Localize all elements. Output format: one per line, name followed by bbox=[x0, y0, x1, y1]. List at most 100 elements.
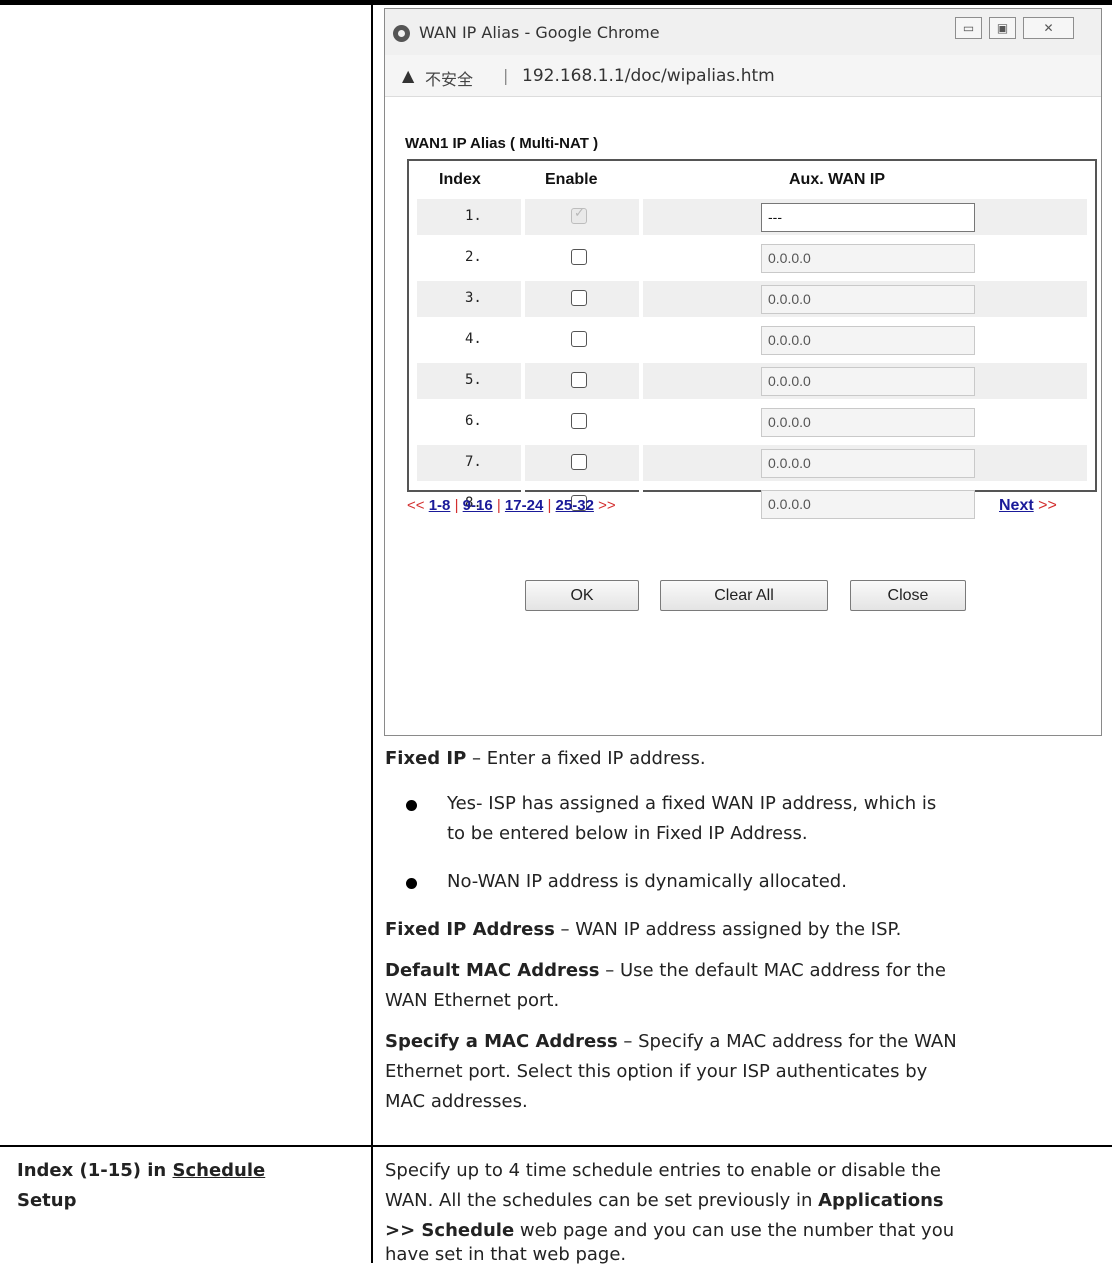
aux-wan-ip-input[interactable]: 0.0.0.0 bbox=[761, 449, 975, 478]
page-link-17-24[interactable]: 17-24 bbox=[505, 497, 543, 514]
schedule-label-suffix: Setup bbox=[17, 1190, 77, 1211]
schedule-line2-text: WAN. All the schedules can be set previo… bbox=[385, 1190, 819, 1211]
header-aux-wan-ip: Aux. WAN IP bbox=[789, 171, 886, 188]
next-arrow[interactable]: >> bbox=[1038, 497, 1057, 514]
table-row: 5. 0.0.0.0 bbox=[417, 363, 1087, 399]
table-row: 3. 0.0.0.0 bbox=[417, 281, 1087, 317]
specify-mac-line2: Ethernet port. Select this option if you… bbox=[385, 1061, 928, 1082]
cell-separator bbox=[639, 363, 643, 399]
term-fixed-ip-address: Fixed IP Address bbox=[385, 919, 555, 940]
row-divider bbox=[0, 1145, 1112, 1147]
term-fixed-ip: Fixed IP bbox=[385, 748, 467, 769]
enable-checkbox[interactable] bbox=[571, 413, 587, 429]
term-specify-mac: Specify a MAC Address bbox=[385, 1031, 618, 1052]
schedule-line3-text: web page and you can use the number that… bbox=[514, 1220, 955, 1241]
maximize-button[interactable]: ▣ bbox=[989, 17, 1016, 39]
pager-separator: | bbox=[454, 497, 459, 514]
security-label[interactable]: 不安全 bbox=[425, 66, 473, 90]
schedule-line2: WAN. All the schedules can be set previo… bbox=[385, 1188, 944, 1214]
specify-mac-desc: – Specify a MAC address for the WAN bbox=[617, 1031, 957, 1052]
top-rule bbox=[0, 0, 1112, 5]
title-bar: WAN IP Alias - Google Chrome ▭ ▣ ✕ bbox=[385, 9, 1101, 55]
row-index: 5. bbox=[465, 372, 482, 388]
pager-prev-arrow[interactable]: << bbox=[407, 497, 425, 514]
table-row: 1. --- bbox=[417, 199, 1087, 235]
page-link-25-32[interactable]: 25-32 bbox=[556, 497, 594, 514]
enable-checkbox bbox=[571, 206, 587, 224]
header-index: Index bbox=[439, 171, 481, 188]
schedule-link[interactable]: Schedule bbox=[173, 1160, 266, 1181]
aux-wan-ip-input[interactable]: 0.0.0.0 bbox=[761, 490, 975, 519]
default-mac-paragraph: Default MAC Address – Use the default MA… bbox=[385, 958, 946, 984]
default-mac-line2: WAN Ethernet port. bbox=[385, 990, 560, 1011]
cell-separator bbox=[639, 322, 643, 358]
enable-checkbox[interactable] bbox=[571, 249, 587, 265]
cell-separator bbox=[521, 404, 525, 440]
aux-wan-ip-input[interactable]: --- bbox=[761, 203, 975, 232]
table-row: 2. 0.0.0.0 bbox=[417, 240, 1087, 276]
window-title: WAN IP Alias - Google Chrome bbox=[419, 23, 660, 42]
default-mac-desc: – Use the default MAC address for the bbox=[599, 960, 946, 981]
close-window-button[interactable]: ✕ bbox=[1023, 17, 1074, 39]
aux-wan-ip-input[interactable]: 0.0.0.0 bbox=[761, 244, 975, 273]
enable-checkbox[interactable] bbox=[571, 372, 587, 388]
section-title: WAN1 IP Alias ( Multi-NAT ) bbox=[405, 135, 599, 152]
fixed-ip-paragraph: Fixed IP – Enter a fixed IP address. bbox=[385, 746, 706, 772]
cell-separator bbox=[639, 486, 643, 522]
cell-separator bbox=[521, 240, 525, 276]
header-enable: Enable bbox=[545, 171, 598, 188]
bullet-yes-line2: to be entered below in Fixed IP Address. bbox=[447, 823, 808, 844]
applications-term: Applications bbox=[818, 1190, 944, 1211]
bullet-no bbox=[406, 878, 417, 889]
row-index: 1. bbox=[465, 208, 482, 224]
fixed-ip-address-paragraph: Fixed IP Address – WAN IP address assign… bbox=[385, 917, 901, 943]
enable-checkbox[interactable] bbox=[571, 454, 587, 470]
specify-mac-line3: MAC addresses. bbox=[385, 1091, 528, 1112]
page-link-9-16[interactable]: 9-16 bbox=[463, 497, 493, 514]
term-default-mac: Default MAC Address bbox=[385, 960, 600, 981]
cell-separator bbox=[639, 240, 643, 276]
aux-wan-ip-input[interactable]: 0.0.0.0 bbox=[761, 285, 975, 314]
url-text[interactable]: 192.168.1.1/doc/wipalias.htm bbox=[522, 66, 775, 86]
page-link-1-8[interactable]: 1-8 bbox=[429, 497, 451, 514]
schedule-line3: >> Schedule web page and you can use the… bbox=[385, 1218, 954, 1244]
wan-ip-alias-window: WAN IP Alias - Google Chrome ▭ ▣ ✕ ▲ 不安全… bbox=[384, 8, 1102, 736]
minimize-button[interactable]: ▭ bbox=[955, 17, 982, 39]
fixed-ip-desc: – Enter a fixed IP address. bbox=[466, 748, 706, 769]
schedule-line1: Specify up to 4 time schedule entries to… bbox=[385, 1160, 941, 1181]
enable-checkbox[interactable] bbox=[571, 290, 587, 306]
cell-separator bbox=[521, 322, 525, 358]
cell-separator bbox=[639, 445, 643, 481]
bullet-yes bbox=[406, 800, 417, 811]
pager-separator: | bbox=[496, 497, 501, 514]
warning-icon: ▲ bbox=[402, 66, 415, 85]
table-row: 4. 0.0.0.0 bbox=[417, 322, 1087, 358]
column-divider bbox=[371, 0, 373, 1263]
enable-checkbox[interactable] bbox=[571, 331, 587, 347]
row-index: 2. bbox=[465, 249, 482, 265]
chrome-icon bbox=[393, 25, 410, 42]
bullet-yes-line1: Yes- ISP has assigned a fixed WAN IP add… bbox=[447, 793, 937, 814]
cell-separator bbox=[639, 281, 643, 317]
cell-separator bbox=[639, 404, 643, 440]
cell-separator bbox=[521, 281, 525, 317]
address-bar[interactable]: ▲ 不安全 | 192.168.1.1/doc/wipalias.htm bbox=[385, 55, 1101, 97]
schedule-term: >> Schedule bbox=[385, 1220, 515, 1241]
schedule-label: Index (1-15) in Schedule bbox=[17, 1158, 265, 1184]
aux-wan-ip-input[interactable]: 0.0.0.0 bbox=[761, 326, 975, 355]
schedule-label-prefix: Index (1-15) in bbox=[17, 1160, 173, 1181]
aux-wan-ip-input[interactable]: 0.0.0.0 bbox=[761, 367, 975, 396]
next-label[interactable]: Next bbox=[999, 497, 1034, 514]
cell-separator bbox=[521, 199, 525, 235]
next-link[interactable]: Next >> bbox=[999, 497, 1057, 515]
row-index: 4. bbox=[465, 331, 482, 347]
clear-all-button[interactable]: Clear All bbox=[660, 580, 828, 611]
ip-alias-table: Index Enable Aux. WAN IP 1.---2.0.0.0.03… bbox=[407, 159, 1097, 522]
url-separator: | bbox=[503, 66, 509, 85]
ok-button[interactable]: OK bbox=[525, 580, 639, 611]
close-button[interactable]: Close bbox=[850, 580, 966, 611]
pager-next-arrow[interactable]: >> bbox=[598, 497, 616, 514]
cell-separator bbox=[639, 199, 643, 235]
aux-wan-ip-input[interactable]: 0.0.0.0 bbox=[761, 408, 975, 437]
row-index: 7. bbox=[465, 454, 482, 470]
